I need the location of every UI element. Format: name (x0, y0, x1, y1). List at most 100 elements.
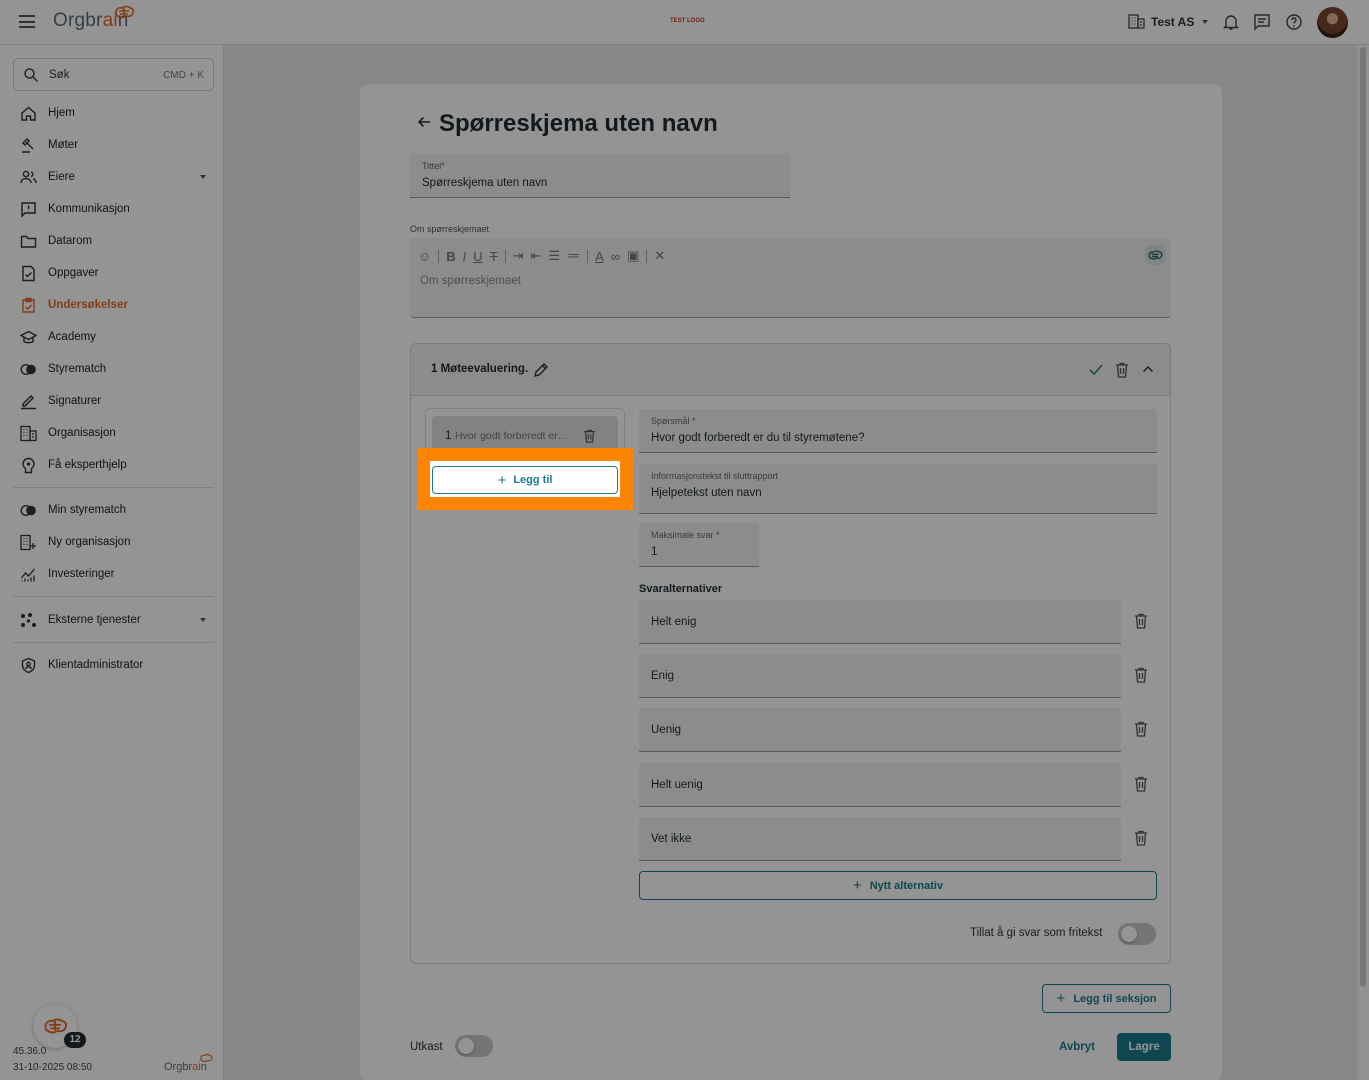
scrollbar[interactable] (1357, 45, 1369, 1080)
trash-icon[interactable] (1134, 667, 1148, 683)
top-bar: Orgbrain TEST LOGO Test AS (0, 0, 1369, 45)
question-value: Hvor godt forberedt er du til styremøten… (651, 432, 865, 444)
sidebar-item-label: Hjem (48, 107, 75, 119)
sidebar-item-label: Få eksperthjelp (48, 459, 127, 471)
sidebar-item-investeringer[interactable]: Investeringer (20, 564, 206, 584)
sidebar-item-academy[interactable]: Academy (20, 327, 206, 347)
sidebar-item-label: Oppgaver (48, 267, 99, 279)
outdent-icon[interactable]: ⇤ (531, 248, 542, 264)
trash-icon[interactable] (1134, 776, 1148, 792)
sidebar-item-moter[interactable]: Møter (20, 135, 206, 155)
chevron-down-icon (1202, 19, 1209, 24)
numbered-list-icon[interactable]: ≔ (567, 248, 580, 264)
pencil-icon[interactable] (533, 362, 549, 378)
task-icon (22, 265, 35, 281)
new-alternative-button[interactable]: + Nytt alternativ (639, 871, 1157, 900)
title-field[interactable]: Tittel* Spørreskjema uten navn (410, 154, 790, 198)
sidebar-item-undersokelser[interactable]: Undersøkelser (20, 295, 206, 315)
menu-icon[interactable] (19, 15, 35, 28)
trash-icon[interactable] (583, 429, 596, 443)
sidebar-item-eksperthjelp[interactable]: Få eksperthjelp (20, 455, 206, 475)
help-icon[interactable] (1285, 13, 1303, 31)
chevron-up-icon[interactable] (1142, 364, 1154, 374)
ai-assist-button[interactable] (1145, 245, 1165, 265)
sidebar-item-eiere[interactable]: Eiere (20, 167, 206, 187)
bullet-list-icon[interactable]: ☰ (548, 248, 560, 264)
about-editor[interactable]: ☺ B I U T ⇥ ⇤ ☰ ≔ A ∞ ▣ ✕ Om spørreskjem… (410, 238, 1171, 318)
sidebar-item-hjem[interactable]: Hjem (20, 103, 206, 123)
message-icon[interactable] (1253, 13, 1271, 31)
sidebar-item-oppgaver[interactable]: Oppgaver (20, 263, 206, 283)
sidebar-item-label: Datarom (48, 235, 93, 247)
divider (13, 596, 214, 597)
home-icon (21, 106, 36, 121)
bell-icon[interactable] (1222, 13, 1240, 31)
alternative-field[interactable]: Uenig (639, 708, 1121, 752)
about-label: Om spørreskjemaet (410, 224, 490, 234)
info-text-field[interactable]: Informasjonstekst til sluttrapport Hjelp… (639, 464, 1157, 514)
gavel-icon (22, 137, 34, 153)
new-alternative-label: Nytt alternativ (869, 879, 944, 892)
sidebar-item-kommunikasjon[interactable]: Kommunikasjon (20, 199, 206, 219)
chevron-down-icon (200, 618, 206, 622)
title-value: Spørreskjema uten navn (422, 177, 548, 189)
image-icon[interactable]: ▣ (627, 248, 639, 264)
user-avatar[interactable] (1317, 7, 1348, 38)
brain-logo-icon (44, 1018, 68, 1034)
cancel-button[interactable]: Avbryt (1052, 1033, 1102, 1061)
company-test-logo: TEST LOGO (670, 18, 705, 24)
italic-button[interactable]: I (463, 249, 467, 264)
trash-icon[interactable] (1134, 830, 1148, 846)
sidebar-item-organisasjon[interactable]: Organisasjon (20, 423, 206, 443)
alternative-field[interactable]: Helt uenig (639, 763, 1121, 807)
emoji-icon[interactable]: ☺ (418, 249, 431, 264)
back-arrow-icon[interactable] (415, 113, 433, 131)
trash-icon[interactable] (1134, 721, 1148, 737)
scrollbar-thumb[interactable] (1360, 47, 1366, 987)
building-add-icon (20, 534, 36, 550)
bold-button[interactable]: B (446, 249, 455, 264)
sidebar-item-label: Signaturer (48, 395, 102, 407)
page-title: Spørreskjema uten navn (439, 110, 718, 137)
sidebar-item-eksterne-tjenester[interactable]: Eksterne tjenester (20, 610, 206, 630)
question-field[interactable]: Spørsmål * Hvor godt forberedt er du til… (639, 409, 1157, 453)
sidebar-item-signaturer[interactable]: Signaturer (20, 391, 206, 411)
check-icon[interactable] (1088, 363, 1104, 377)
text-color-icon[interactable]: A (595, 249, 604, 264)
question-list-item[interactable]: 1 Hvor godt forberedt er du til styremøt… (432, 416, 618, 452)
add-section-button[interactable]: + Legg til seksjon (1042, 984, 1171, 1013)
alternatives-label: Svaralternativer (639, 583, 723, 595)
alternative-field[interactable]: Enig (639, 654, 1121, 698)
link-icon[interactable]: ∞ (611, 249, 620, 264)
sidebar-item-datarom[interactable]: Datarom (20, 231, 206, 251)
free-text-toggle[interactable] (1118, 923, 1156, 945)
organization-switcher[interactable]: Test AS (1128, 14, 1209, 29)
sidebar-item-min-styrematch[interactable]: Min styrematch (20, 500, 206, 520)
strikethrough-button[interactable]: T (490, 249, 498, 264)
sidebar-item-styrematch[interactable]: Styrematch (20, 359, 206, 379)
admin-icon (21, 657, 36, 673)
sidebar-item-ny-organisasjon[interactable]: Ny organisasjon (20, 532, 206, 552)
save-button[interactable]: Lagre (1117, 1033, 1171, 1061)
trash-icon[interactable] (1115, 362, 1129, 378)
draft-toggle[interactable] (455, 1035, 493, 1057)
plus-icon: + (852, 877, 862, 894)
alternative-field[interactable]: Vet ikke (639, 817, 1121, 861)
draft-label: Utkast (410, 1041, 443, 1053)
clear-format-icon[interactable]: ✕ (654, 248, 665, 264)
question-label: Spørsmål * (651, 416, 696, 426)
max-answers-field[interactable]: Maksimale svar * 1 (639, 523, 759, 567)
brain-logo-icon (200, 1053, 213, 1063)
chat-icon (21, 201, 36, 218)
search-input[interactable]: Søk CMD + K (13, 58, 214, 91)
sidebar-item-label: Undersøkelser (48, 299, 128, 311)
indent-icon[interactable]: ⇥ (513, 248, 524, 264)
add-question-button[interactable]: + Legg til (432, 466, 618, 494)
alternative-field[interactable]: Helt enig (639, 600, 1121, 644)
sidebar-item-klientadministrator[interactable]: Klientadministrator (20, 655, 206, 675)
about-placeholder: Om spørreskjemaet (420, 275, 521, 287)
underline-button[interactable]: U (473, 249, 482, 264)
academy-icon (20, 330, 37, 343)
trash-icon[interactable] (1134, 613, 1148, 629)
sidebar-item-label: Eiere (48, 171, 75, 183)
